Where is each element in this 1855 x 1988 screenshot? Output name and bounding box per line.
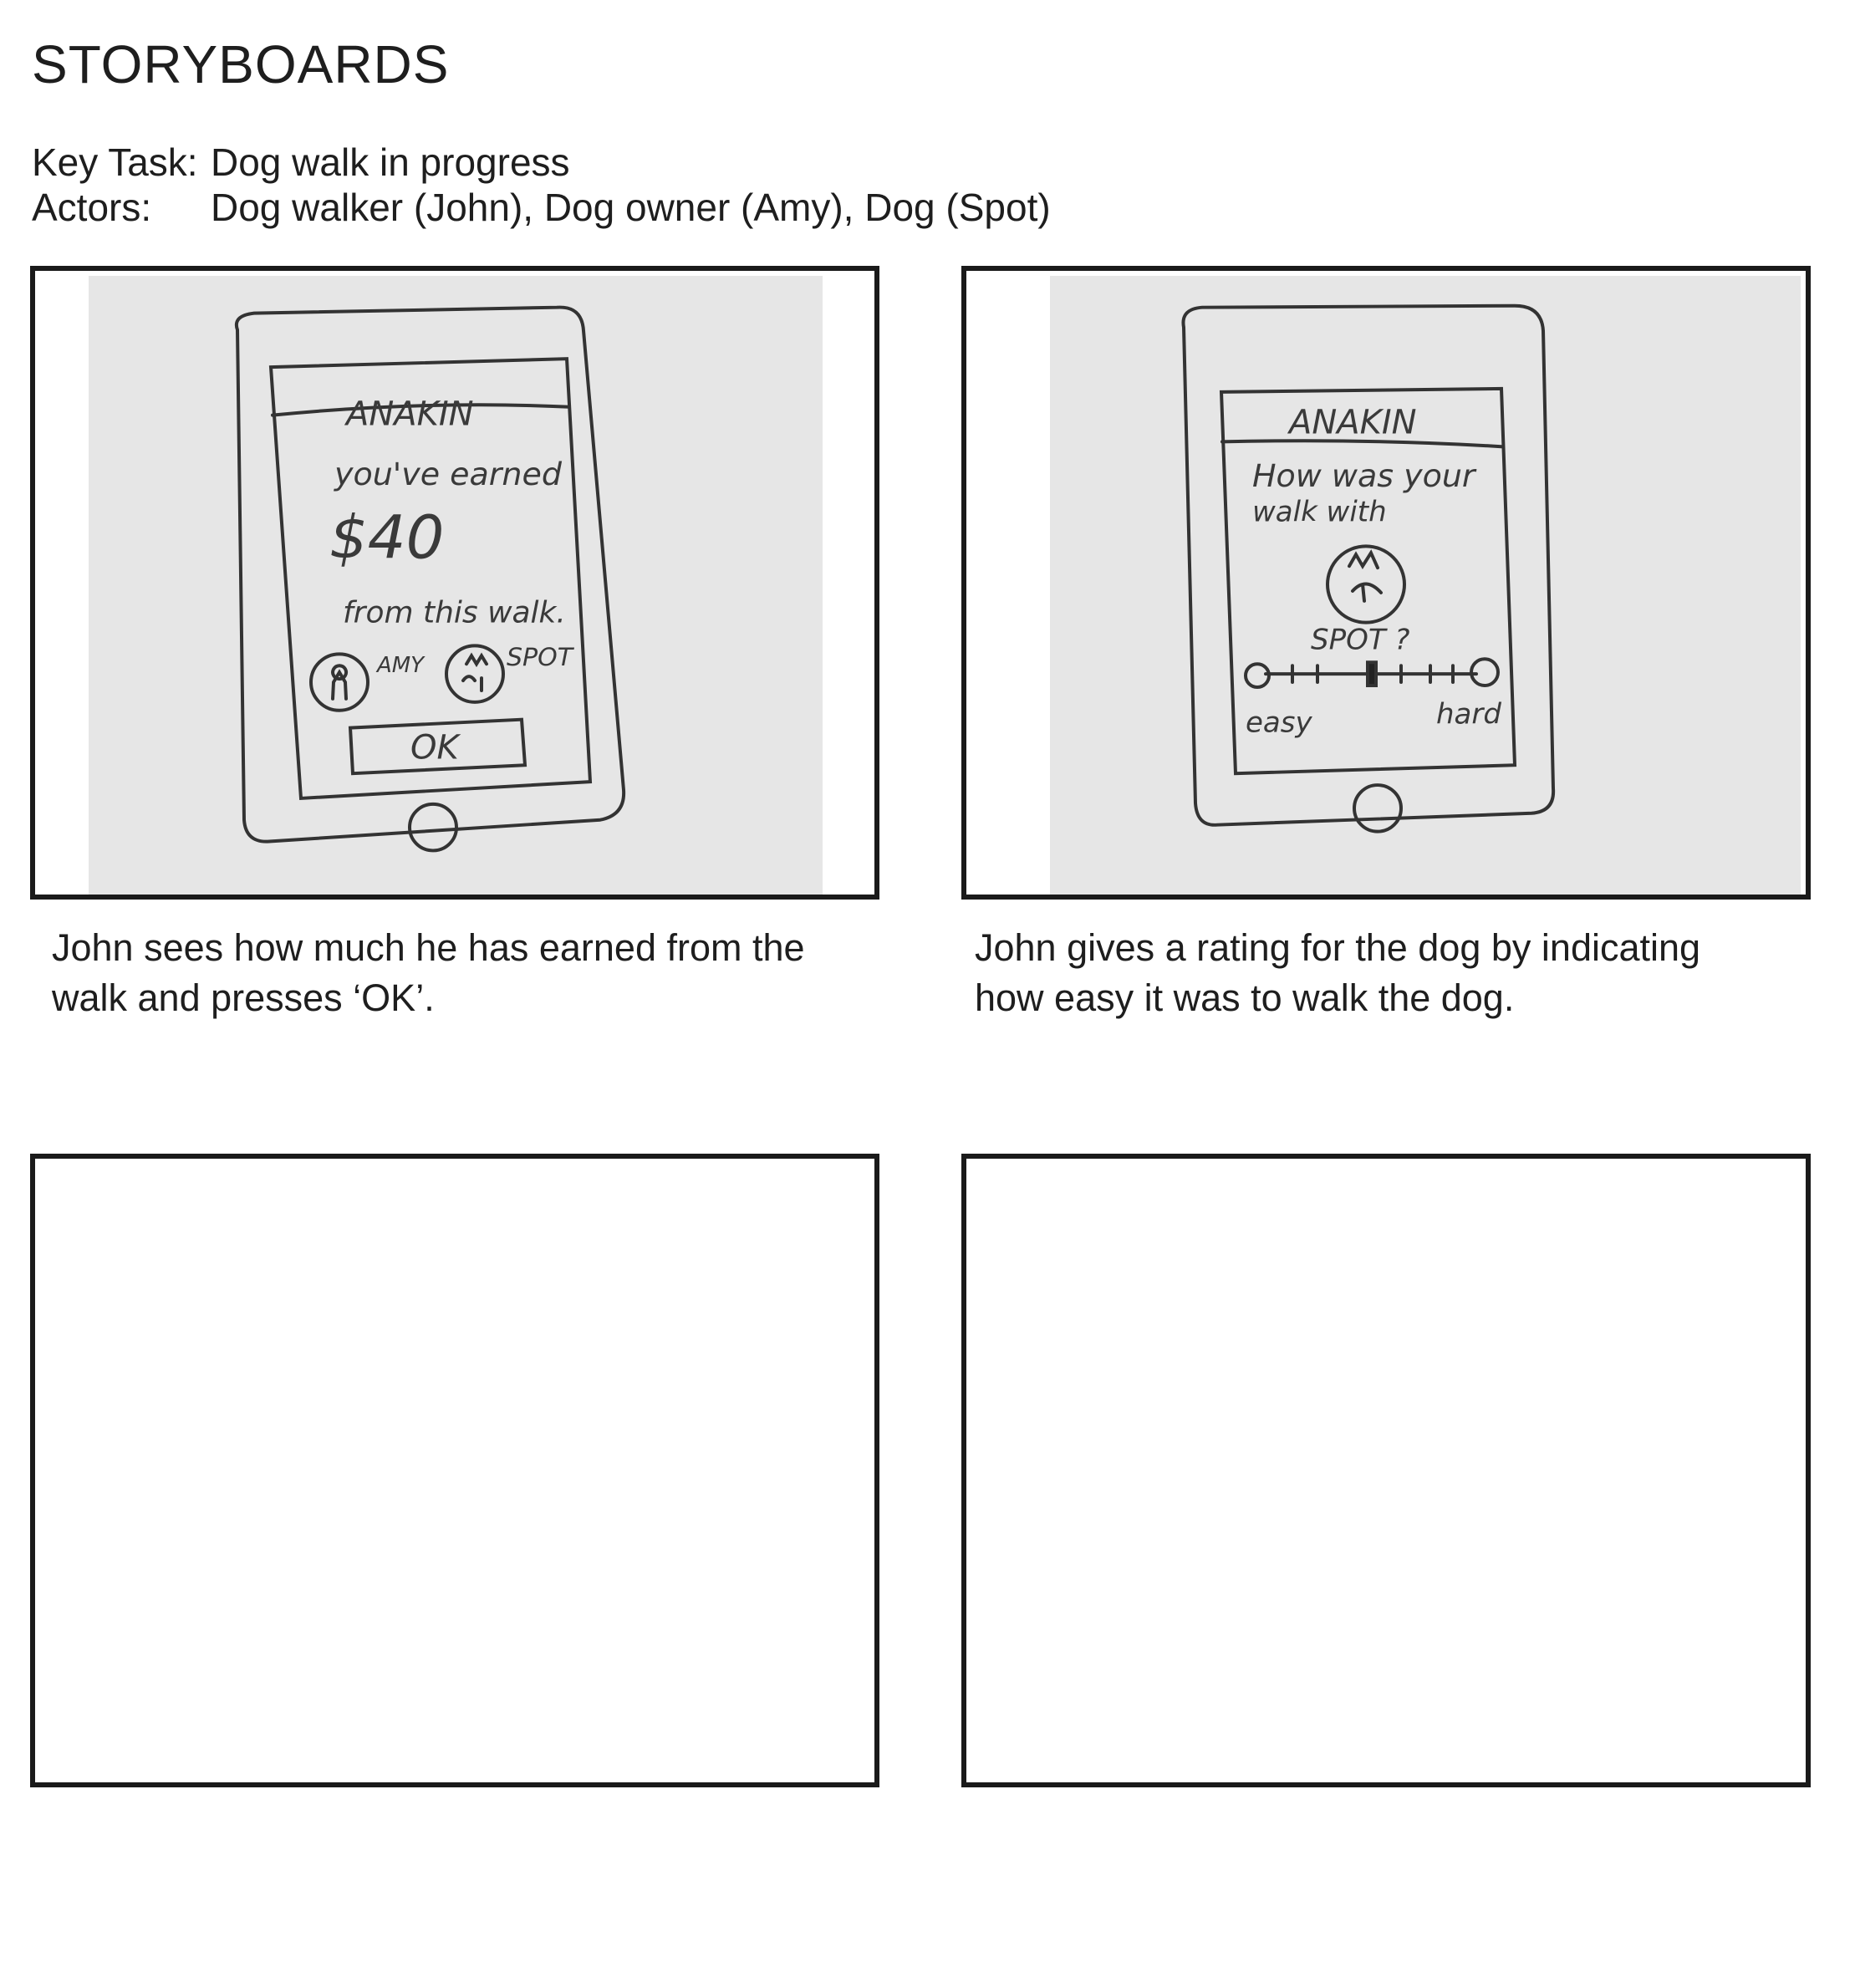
home-button-icon: [408, 802, 458, 853]
storyboard-frame-3: [30, 1154, 879, 1787]
sketch-photo-1: ANAKIN you've earned $40 from this walk.…: [89, 276, 823, 895]
amount-text: $40: [329, 502, 444, 573]
key-task-value: Dog walk in progress: [211, 140, 570, 184]
app-name-text: ANAKIN: [344, 395, 474, 434]
app-name-text: ANAKIN: [1287, 404, 1417, 442]
tablet-sketch-earnings: ANAKIN you've earned $40 from this walk.…: [235, 305, 626, 853]
tablet-outline: [1181, 303, 1556, 827]
actors-value: Dog walker (John), Dog owner (Amy), Dog …: [211, 186, 1051, 229]
scale-high-label: hard: [1436, 698, 1501, 731]
question-line-1: How was your: [1252, 457, 1477, 494]
owner-name-text: AMY: [375, 653, 426, 678]
owner-avatar-icon: [309, 652, 369, 712]
rating-slider-thumb: [1366, 660, 1378, 688]
caption-1-line-2: walk and presses ‘OK’.: [52, 976, 435, 1019]
scale-low-label: easy: [1246, 706, 1313, 739]
sketch-photo-2: ANAKIN How was your walk with SPOT ? eas…: [1050, 276, 1801, 895]
dog-name-text: SPOT: [507, 643, 575, 672]
caption-2: John gives a rating for the dog by indic…: [975, 923, 1811, 1023]
caption-2-line-1: John gives a rating for the dog by indic…: [975, 926, 1701, 969]
actors-label: Actors:: [32, 186, 152, 229]
storyboard-frame-2: ANAKIN How was your walk with SPOT ? eas…: [961, 266, 1811, 900]
caption-2-line-2: how easy it was to walk the dog.: [975, 976, 1515, 1019]
dog-name-question-text: SPOT ?: [1311, 624, 1409, 656]
storyboard-frame-1: ANAKIN you've earned $40 from this walk.…: [30, 266, 879, 900]
earned-text: you've earned: [334, 456, 563, 492]
from-walk-text: from this walk.: [343, 596, 566, 630]
page-title: STORYBOARDS: [32, 34, 450, 94]
caption-1: John sees how much he has earned from th…: [52, 923, 888, 1023]
dog-avatar-icon: [445, 644, 505, 704]
storyboard-frame-4: [961, 1154, 1811, 1787]
home-button-icon: [1353, 783, 1403, 833]
tablet-sketch-rating: ANAKIN How was your walk with SPOT ? eas…: [1181, 303, 1556, 833]
question-line-2: walk with: [1252, 496, 1387, 528]
ok-button-label: OK: [410, 728, 461, 767]
rating-slider-min-knob: [1244, 662, 1271, 689]
key-task-label: Key Task:: [32, 140, 198, 184]
caption-1-line-1: John sees how much he has earned from th…: [52, 926, 805, 969]
